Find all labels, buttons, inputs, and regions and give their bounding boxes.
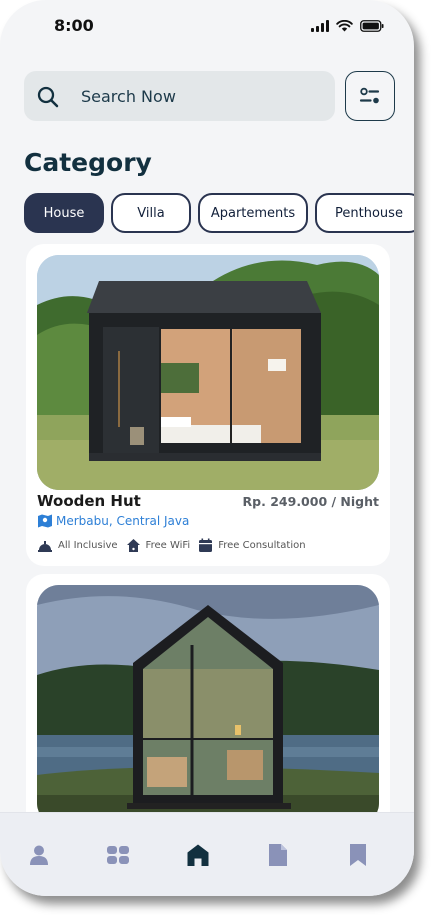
listing-location-text: Merbabu, Central Java — [56, 514, 190, 528]
status-time: 8:00 — [54, 16, 94, 35]
search-placeholder: Search Now — [81, 87, 176, 106]
house-wifi-icon — [126, 539, 140, 552]
listing-card[interactable]: Wooden Hut Rp. 249.000 / Night Merbabu, … — [26, 244, 390, 566]
chip-apartements[interactable]: Apartements — [198, 193, 308, 233]
status-bar: 8:00 — [0, 0, 414, 52]
listing-price: Rp. 249.000 / Night — [242, 494, 379, 509]
status-icons — [311, 20, 384, 32]
amenity-all-inclusive: All Inclusive — [37, 539, 118, 553]
listing-amenities: All Inclusive Free WiFi Free Consultatio… — [37, 538, 310, 553]
search-input[interactable]: Search Now — [24, 71, 335, 121]
bookmark-icon[interactable] — [346, 843, 370, 867]
battery-icon — [360, 20, 384, 32]
calendar-icon — [199, 538, 213, 552]
document-icon[interactable] — [266, 843, 290, 867]
search-icon — [37, 86, 59, 108]
bottom-nav — [0, 812, 414, 896]
amenity-free-wifi: Free WiFi — [126, 538, 190, 553]
listing-image[interactable] — [37, 585, 379, 825]
grid-icon[interactable] — [106, 843, 130, 867]
map-icon — [38, 514, 52, 528]
wifi-icon — [336, 20, 353, 32]
chip-penthouse[interactable]: Penthouse — [315, 193, 414, 233]
service-bell-icon — [38, 540, 52, 552]
listing-card[interactable] — [26, 574, 390, 834]
phone-frame: 8:00 Search Now Category House Villa Apa… — [0, 0, 414, 896]
chip-house[interactable]: House — [24, 193, 104, 233]
chip-villa[interactable]: Villa — [111, 193, 191, 233]
category-title: Category — [24, 148, 152, 177]
filter-icon — [359, 87, 379, 103]
amenity-free-consultation: Free Consultation — [198, 538, 306, 553]
filter-button[interactable] — [345, 71, 395, 121]
home-icon[interactable] — [186, 843, 210, 867]
listing-image[interactable] — [37, 255, 379, 490]
listing-location: Merbabu, Central Java — [37, 513, 189, 529]
category-chips: House Villa Apartements Penthouse — [24, 193, 414, 233]
cellular-signal-icon — [311, 20, 329, 32]
profile-icon[interactable] — [27, 843, 51, 867]
listing-name: Wooden Hut — [37, 492, 141, 510]
